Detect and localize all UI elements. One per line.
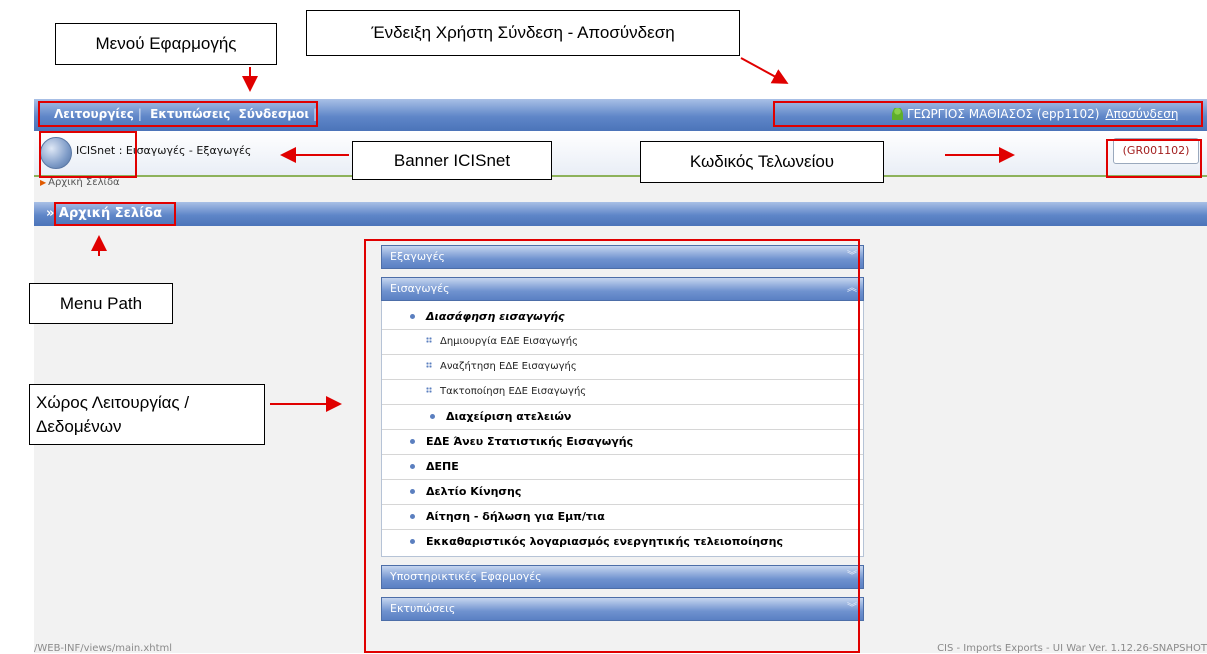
callout-user-indicator: Ένδειξη Χρήστη Σύνδεση - Αποσύνδεση	[306, 10, 740, 56]
menu-path-bar: » Αρχική Σελίδα	[34, 202, 1207, 226]
highlight-user-indicator	[773, 101, 1203, 127]
arrow-user-indicator	[740, 57, 789, 84]
callout-workspace-line1: Χώρος Λειτουργίας /	[36, 392, 190, 412]
highlight-workspace	[364, 239, 860, 653]
footer-view-path: /WEB-INF/views/main.xhtml	[34, 643, 173, 654]
callout-app-menu: Μενού Εφαρμογής	[55, 23, 277, 65]
highlight-banner	[39, 131, 137, 178]
banner: ICISnet : Εισαγωγές - Εξαγωγές (GR001102…	[34, 131, 1207, 177]
highlight-customs-code	[1106, 139, 1202, 178]
callout-workspace-line2: Δεδομένων	[36, 416, 122, 436]
callout-menu-path: Menu Path	[29, 283, 173, 324]
highlight-app-menu	[38, 101, 318, 127]
breadcrumb-arrow-icon: ▶	[40, 178, 47, 187]
breadcrumb-home[interactable]: Αρχική Σελίδα	[48, 177, 120, 188]
highlight-menu-path	[54, 202, 176, 226]
callout-banner: Banner ICISnet	[352, 141, 552, 180]
callout-customs-code: Κωδικός Τελωνείου	[640, 141, 884, 183]
footer-version: CIS - Imports Exports - UI War Ver. 1.12…	[937, 643, 1207, 654]
breadcrumb: ▶ Αρχική Σελίδα	[40, 177, 120, 188]
callout-workspace: Χώρος Λειτουργίας / Δεδομένων	[29, 384, 265, 445]
